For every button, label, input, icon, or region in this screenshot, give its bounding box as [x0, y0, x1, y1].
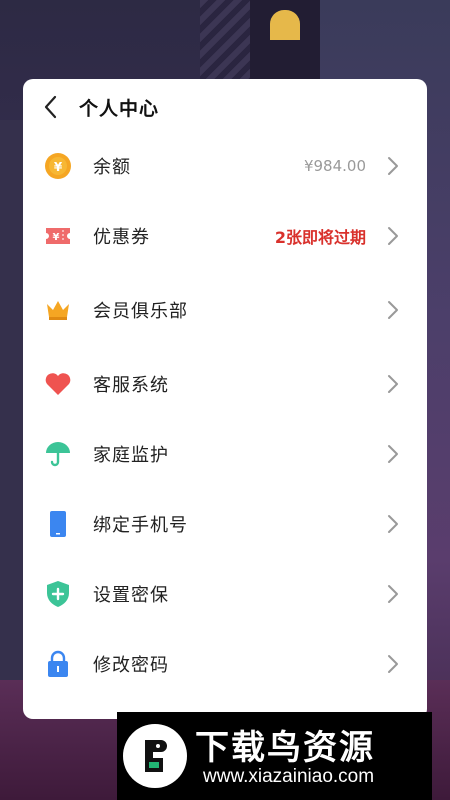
balance-value: ¥984.00	[303, 157, 366, 175]
menu-item-label: 客服系统	[93, 375, 169, 396]
watermark-banner: 下载鸟资源 www.xiazainiao.com	[117, 712, 432, 800]
chevron-right-icon	[385, 300, 401, 320]
bird-logo-icon	[123, 724, 187, 788]
svg-text:¥: ¥	[54, 160, 63, 174]
chevron-left-icon	[44, 95, 57, 119]
ticket-icon: ¥	[43, 221, 73, 251]
watermark-name: 下载鸟资源	[195, 728, 375, 768]
menu-item-coupon[interactable]: ¥ 优惠券 2张即将过期	[23, 205, 427, 267]
svg-text:¥: ¥	[53, 232, 60, 243]
chevron-right-icon	[385, 654, 401, 674]
lock-icon	[43, 649, 73, 679]
menu-item-change-password[interactable]: 修改密码	[23, 633, 427, 695]
crown-icon	[43, 295, 73, 325]
menu-item-balance[interactable]: ¥ 余额 ¥984.00	[23, 135, 427, 197]
coin-icon: ¥	[43, 151, 73, 181]
phone-icon	[43, 509, 73, 539]
menu-item-label: 优惠券	[93, 227, 150, 248]
menu-item-customer-service[interactable]: 客服系统	[23, 353, 427, 415]
page-title: 个人中心	[79, 97, 160, 120]
menu-item-label: 设置密保	[93, 585, 169, 606]
menu-item-security-question[interactable]: 设置密保	[23, 563, 427, 625]
dialog-header: 个人中心	[23, 79, 427, 135]
watermark-url: www.xiazainiao.com	[203, 766, 375, 787]
menu-item-label: 家庭监护	[93, 445, 169, 466]
chevron-right-icon	[385, 156, 401, 176]
menu-item-family-guard[interactable]: 家庭监护	[23, 423, 427, 485]
chevron-right-icon	[385, 444, 401, 464]
menu-item-label: 修改密码	[93, 655, 169, 676]
menu-item-label: 会员俱乐部	[93, 301, 188, 322]
umbrella-icon	[43, 439, 73, 469]
shield-icon	[43, 579, 73, 609]
menu-item-label: 绑定手机号	[93, 515, 188, 536]
menu-item-label: 余额	[93, 157, 131, 178]
heart-icon	[43, 369, 73, 399]
chevron-right-icon	[385, 374, 401, 394]
chevron-right-icon	[385, 514, 401, 534]
personal-center-dialog: 个人中心 ¥ 余额 ¥984.00 ¥ 优惠券 2张即将过期 会员俱乐部 客服系…	[23, 79, 427, 719]
menu-item-member-club[interactable]: 会员俱乐部	[23, 279, 427, 341]
background-window	[270, 10, 300, 40]
back-button[interactable]	[23, 79, 79, 135]
chevron-right-icon	[385, 226, 401, 246]
chevron-right-icon	[385, 584, 401, 604]
coupon-expiry-notice: 2张即将过期	[274, 228, 366, 247]
menu-item-bind-phone[interactable]: 绑定手机号	[23, 493, 427, 555]
